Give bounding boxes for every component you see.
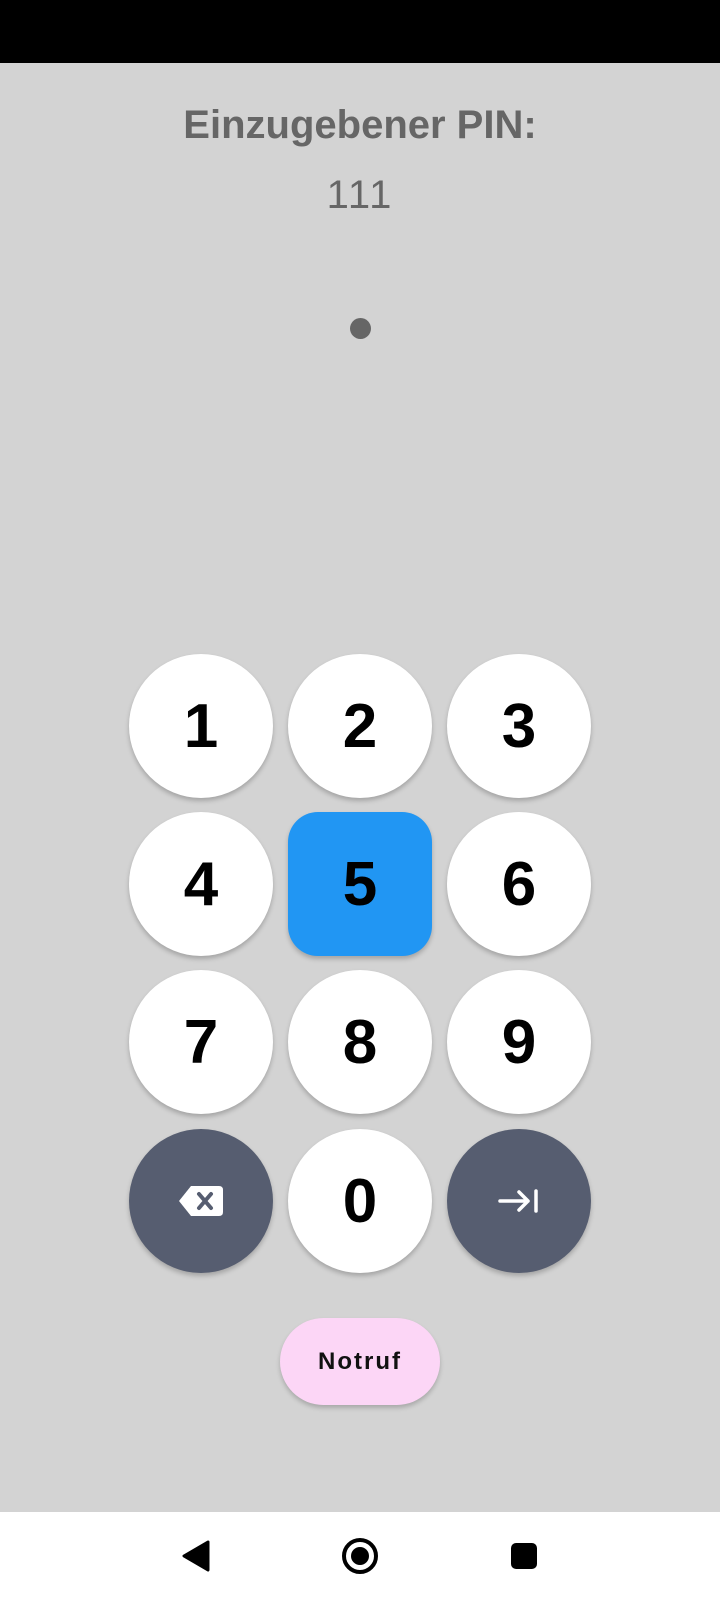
backspace-icon [179, 1186, 223, 1216]
key-1[interactable]: 1 [129, 654, 273, 798]
pin-title: Einzugebener PIN: [183, 103, 537, 147]
status-bar [0, 0, 720, 63]
key-0[interactable]: 0 [288, 1129, 432, 1273]
backspace-button[interactable] [129, 1129, 273, 1273]
key-2[interactable]: 2 [288, 654, 432, 798]
key-5[interactable]: 5 [288, 812, 432, 956]
navigation-bar [0, 1512, 720, 1600]
arrow-right-to-bar-icon [498, 1189, 538, 1213]
key-4[interactable]: 4 [129, 812, 273, 956]
pin-value: 111 [326, 173, 394, 217]
pin-entry-dot [350, 318, 371, 339]
key-8[interactable]: 8 [288, 970, 432, 1114]
key-9[interactable]: 9 [447, 970, 591, 1114]
nav-back-button[interactable] [167, 1530, 223, 1582]
nav-home-button[interactable] [332, 1530, 388, 1582]
submit-button[interactable] [447, 1129, 591, 1273]
back-triangle-icon [182, 1540, 210, 1572]
key-3[interactable]: 3 [447, 654, 591, 798]
home-circle-icon [342, 1538, 378, 1574]
numeric-keypad: 1 2 3 4 5 6 7 8 9 0 [129, 654, 591, 1278]
emergency-call-button[interactable]: Notruf [280, 1318, 440, 1405]
nav-recents-button[interactable] [496, 1530, 552, 1582]
key-7[interactable]: 7 [129, 970, 273, 1114]
recents-square-icon [511, 1543, 537, 1569]
key-6[interactable]: 6 [447, 812, 591, 956]
